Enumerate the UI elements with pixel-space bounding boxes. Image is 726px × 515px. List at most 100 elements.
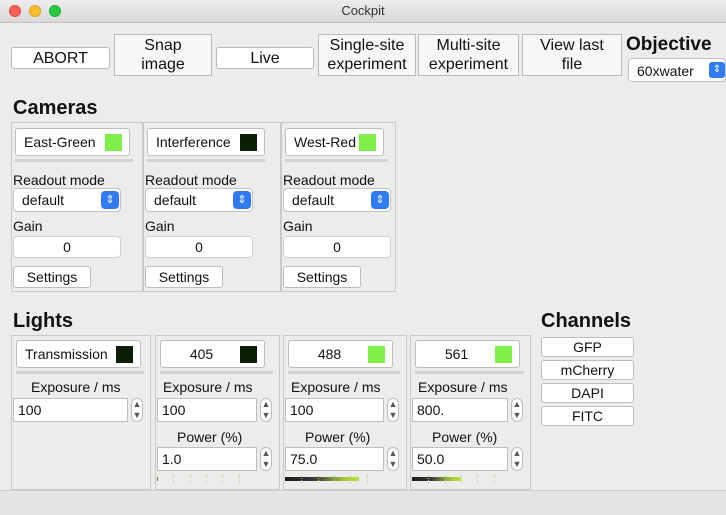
readout-mode-value: default bbox=[154, 192, 197, 208]
live-button-label: Live bbox=[250, 49, 280, 67]
power-scale-tick bbox=[461, 475, 463, 483]
status-bar bbox=[0, 490, 726, 515]
up-down-stepper-icon[interactable]: ▲ ▼ bbox=[260, 398, 272, 422]
single-site-label: Single-site experiment bbox=[327, 37, 407, 73]
readout-mode-select[interactable]: default ⇕ bbox=[283, 188, 391, 212]
power-input[interactable]: 75.0 bbox=[285, 447, 384, 471]
light-name-button[interactable]: 488 bbox=[288, 340, 393, 368]
power-scale-tick bbox=[317, 475, 320, 483]
single-site-experiment-button[interactable]: Single-site experiment bbox=[318, 34, 416, 76]
live-button[interactable]: Live bbox=[216, 47, 314, 69]
readout-mode-select[interactable]: default ⇕ bbox=[13, 188, 121, 212]
exposure-label: Exposure / ms bbox=[291, 379, 381, 395]
power-level-fill bbox=[412, 477, 461, 481]
separator bbox=[415, 371, 524, 374]
channel-fitc-button[interactable]: FITC bbox=[541, 406, 634, 426]
separator bbox=[147, 159, 265, 162]
multi-site-experiment-button[interactable]: Multi-site experiment bbox=[418, 34, 519, 76]
up-down-stepper-icon[interactable]: ▲ ▼ bbox=[387, 398, 399, 422]
gain-label: Gain bbox=[13, 218, 43, 234]
readout-mode-label: Readout mode bbox=[145, 172, 237, 188]
view-last-file-label: View last file bbox=[540, 37, 604, 73]
up-down-stepper-icon[interactable]: ▲ ▼ bbox=[511, 447, 523, 471]
up-down-stepper-icon[interactable]: ▲ ▼ bbox=[387, 447, 399, 471]
lights-heading: Lights bbox=[13, 310, 73, 332]
readout-mode-value: default bbox=[22, 192, 65, 208]
gain-label: Gain bbox=[283, 218, 313, 234]
view-last-file-button[interactable]: View last file bbox=[522, 34, 622, 76]
up-down-chevron-icon: ⇕ bbox=[371, 191, 389, 209]
light-name-label: 561 bbox=[444, 346, 469, 362]
exposure-input[interactable]: 100 bbox=[285, 398, 384, 422]
power-scale-tick bbox=[493, 475, 496, 483]
light-color-swatch bbox=[368, 346, 385, 363]
up-down-stepper-icon[interactable]: ▲ ▼ bbox=[260, 447, 272, 471]
objective-value: 60xwater bbox=[637, 63, 694, 79]
exposure-input[interactable]: 100 bbox=[157, 398, 257, 422]
power-scale-tick bbox=[189, 475, 192, 483]
exposure-input[interactable]: 100 bbox=[13, 398, 128, 422]
light-name-button[interactable]: Transmission bbox=[16, 340, 141, 368]
snap-image-label: Snap image bbox=[141, 37, 185, 73]
power-label: Power (%) bbox=[305, 429, 371, 445]
camera-settings-button[interactable]: Settings bbox=[145, 266, 223, 288]
separator bbox=[16, 371, 144, 374]
camera-settings-button[interactable]: Settings bbox=[13, 266, 91, 288]
camera-settings-button[interactable]: Settings bbox=[283, 266, 361, 288]
camera-name-label: West-Red bbox=[294, 134, 356, 150]
objective-label: Objective bbox=[626, 34, 712, 55]
gain-label: Gain bbox=[145, 218, 175, 234]
multi-site-label: Multi-site experiment bbox=[428, 37, 509, 73]
power-input[interactable]: 50.0 bbox=[412, 447, 508, 471]
readout-mode-label: Readout mode bbox=[283, 172, 375, 188]
power-level-fill bbox=[285, 477, 359, 481]
power-scale-tick bbox=[366, 475, 369, 483]
cameras-heading: Cameras bbox=[13, 97, 98, 119]
snap-image-button[interactable]: Snap image bbox=[114, 34, 212, 76]
light-name-button[interactable]: 561 bbox=[415, 340, 520, 368]
power-scale-tick bbox=[477, 475, 479, 483]
up-down-chevron-icon: ⇕ bbox=[233, 191, 251, 209]
camera-name-button[interactable]: East-Green bbox=[15, 128, 130, 156]
camera-name-label: Interference bbox=[156, 134, 231, 150]
power-scale-tick bbox=[444, 475, 447, 483]
light-name-label: 405 bbox=[189, 346, 214, 362]
power-scale-tick bbox=[222, 475, 224, 483]
camera-color-swatch bbox=[105, 134, 122, 151]
power-level-bar bbox=[157, 475, 255, 483]
power-level-fill bbox=[157, 477, 158, 481]
abort-button[interactable]: ABORT bbox=[11, 47, 110, 69]
camera-name-button[interactable]: West-Red bbox=[285, 128, 384, 156]
power-scale-tick bbox=[173, 475, 175, 483]
light-color-swatch bbox=[495, 346, 512, 363]
camera-color-swatch bbox=[359, 134, 376, 151]
readout-mode-select[interactable]: default ⇕ bbox=[145, 188, 253, 212]
power-scale-tick bbox=[206, 475, 208, 483]
gain-value: 0 bbox=[13, 236, 121, 258]
power-scale-tick bbox=[350, 475, 352, 483]
up-down-chevron-icon: ⇕ bbox=[101, 191, 119, 209]
power-input[interactable]: 1.0 bbox=[157, 447, 257, 471]
light-name-label: Transmission bbox=[25, 346, 108, 362]
channel-gfp-button[interactable]: GFP bbox=[541, 337, 634, 357]
gain-value: 0 bbox=[283, 236, 391, 258]
up-down-stepper-icon[interactable]: ▲ ▼ bbox=[131, 398, 143, 422]
up-down-stepper-icon[interactable]: ▲ ▼ bbox=[511, 398, 523, 422]
light-name-button[interactable]: 405 bbox=[160, 340, 265, 368]
separator bbox=[160, 371, 273, 374]
window-title: Cockpit bbox=[341, 3, 385, 18]
exposure-input[interactable]: 800. bbox=[412, 398, 508, 422]
channels-heading: Channels bbox=[541, 310, 632, 332]
light-color-swatch bbox=[116, 346, 133, 363]
channel-mcherry-button[interactable]: mCherry bbox=[541, 360, 634, 380]
exposure-label: Exposure / ms bbox=[418, 379, 508, 395]
readout-mode-value: default bbox=[292, 192, 335, 208]
camera-name-label: East-Green bbox=[24, 134, 96, 150]
power-scale-tick bbox=[238, 475, 241, 483]
camera-name-button[interactable]: Interference bbox=[147, 128, 265, 156]
power-label: Power (%) bbox=[177, 429, 243, 445]
power-scale-tick bbox=[428, 475, 430, 483]
channel-dapi-button[interactable]: DAPI bbox=[541, 383, 634, 403]
separator bbox=[288, 371, 400, 374]
objective-select[interactable]: 60xwater ⇕ bbox=[628, 58, 726, 82]
